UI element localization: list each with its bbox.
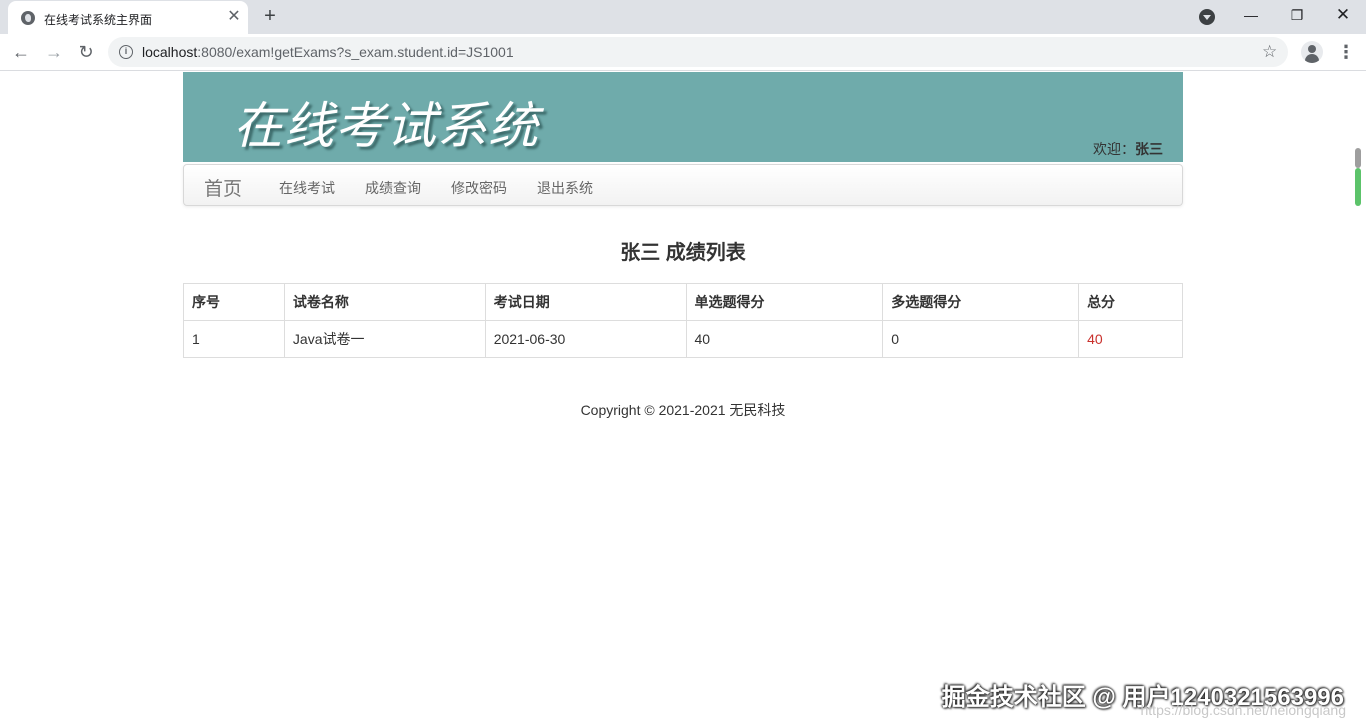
scroll-indicator-top: [1355, 148, 1361, 168]
cell-exam-date: 2021-06-30: [484, 320, 687, 358]
forward-icon[interactable]: →: [42, 41, 66, 63]
main-navbar: 首页 在线考试 成绩查询 修改密码 退出系统: [183, 164, 1183, 206]
back-icon[interactable]: ←: [9, 41, 33, 63]
page-title: 张三 成绩列表: [620, 242, 746, 264]
header-paper-name: 试卷名称: [283, 283, 486, 321]
more-icon[interactable]: ⋮: [1337, 42, 1355, 62]
tab-title: 在线考试系统主界面: [44, 13, 153, 27]
side-scroll-indicator[interactable]: [1355, 148, 1361, 206]
chevron-down-icon[interactable]: [1199, 9, 1215, 25]
nav-link-online-exam[interactable]: 在线考试: [279, 178, 335, 198]
browser-toolbar: ← → ↻ i localhost:8080/exam!getExams?s_e…: [0, 34, 1366, 71]
header-banner: 在线考试系统 欢迎：张三: [183, 72, 1183, 162]
nav-brand-home[interactable]: 首页: [204, 174, 242, 201]
site-title: 在线考试系统: [233, 97, 539, 155]
table-row: 1 Java试卷一 2021-06-30 40 0 40: [183, 320, 1183, 358]
copyright-footer: Copyright © 2021-2021 无民科技: [580, 402, 786, 418]
avatar-icon[interactable]: [1301, 41, 1323, 63]
cell-total-score: 40: [1078, 320, 1183, 358]
star-icon[interactable]: ☆: [1262, 42, 1277, 62]
close-icon[interactable]: ✕: [226, 9, 242, 25]
minimize-icon[interactable]: —: [1236, 4, 1266, 26]
plus-icon[interactable]: +: [260, 6, 280, 26]
cell-multi-score: 0: [882, 320, 1080, 358]
cell-single-score: 40: [685, 320, 884, 358]
table-header-row: 序号 试卷名称 考试日期 单选题得分 多选题得分 总分: [183, 283, 1183, 321]
address-bar[interactable]: i localhost:8080/exam!getExams?s_exam.st…: [108, 37, 1288, 67]
browser-tab-strip: 在线考试系统主界面 ✕ + — ❐ ✕: [0, 0, 1366, 34]
watermark-url: https://blog.csdn.net/heiongqiang: [1140, 702, 1347, 718]
reload-icon[interactable]: ↻: [74, 41, 98, 63]
nav-link-change-password[interactable]: 修改密码: [451, 178, 507, 198]
url-text[interactable]: localhost:8080/exam!getExams?s_exam.stud…: [142, 44, 514, 60]
user-name: 张三: [1135, 141, 1163, 157]
scroll-indicator-bottom: [1355, 168, 1361, 206]
browser-tab[interactable]: 在线考试系统主界面 ✕: [8, 1, 248, 34]
cell-index: 1: [183, 320, 285, 358]
info-icon[interactable]: i: [119, 45, 133, 59]
header-multi-score: 多选题得分: [882, 283, 1080, 321]
header-total-score: 总分: [1078, 283, 1183, 321]
maximize-icon[interactable]: ❐: [1282, 4, 1312, 26]
welcome-prefix: 欢迎：: [1093, 141, 1135, 157]
welcome-text: 欢迎：张三: [1093, 139, 1163, 159]
url-host: localhost: [142, 44, 198, 60]
globe-icon: [21, 11, 35, 25]
close-window-icon[interactable]: ✕: [1328, 4, 1358, 26]
cell-paper-name: Java试卷一: [283, 320, 486, 358]
header-single-score: 单选题得分: [685, 283, 884, 321]
url-path: :8080/exam!getExams?s_exam.student.id=JS…: [197, 44, 514, 60]
score-table: 序号 试卷名称 考试日期 单选题得分 多选题得分 总分 1 Java试卷一 20…: [183, 283, 1183, 358]
nav-link-logout[interactable]: 退出系统: [537, 178, 593, 198]
nav-link-score-query[interactable]: 成绩查询: [365, 178, 421, 198]
header-exam-date: 考试日期: [484, 283, 687, 321]
header-index: 序号: [183, 283, 285, 321]
